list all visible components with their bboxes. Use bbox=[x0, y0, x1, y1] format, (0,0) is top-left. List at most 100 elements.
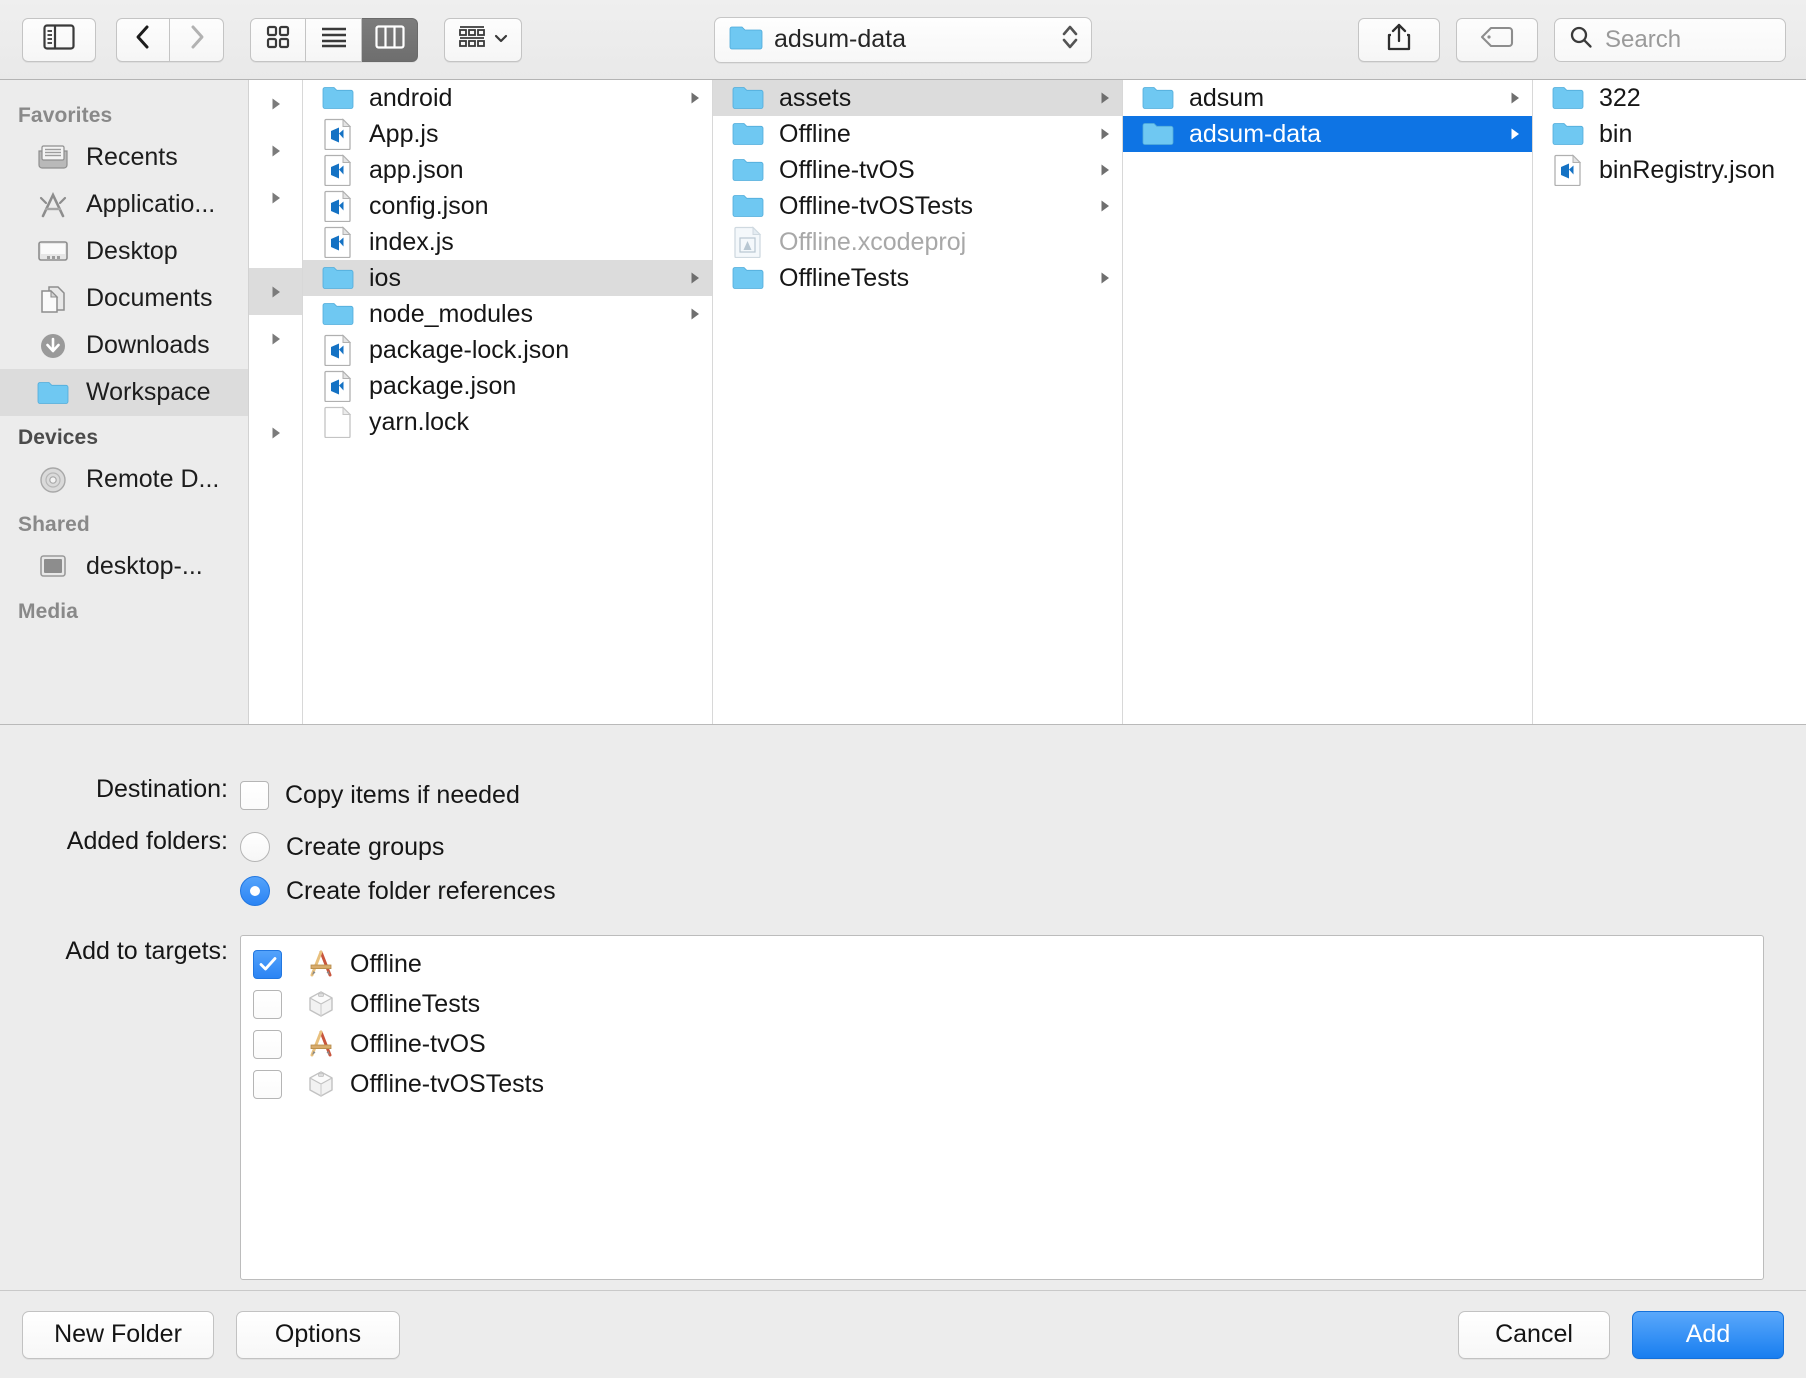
arrange-button[interactable] bbox=[444, 17, 522, 62]
column-disclosure-cell bbox=[249, 362, 302, 409]
xcodeproj-icon bbox=[731, 226, 765, 258]
file-row[interactable]: index.js bbox=[303, 224, 712, 260]
folder-icon bbox=[731, 155, 765, 185]
sidebar-item-recents[interactable]: Recents bbox=[0, 134, 248, 181]
downloads-icon bbox=[34, 330, 72, 362]
target-checkbox[interactable] bbox=[253, 949, 282, 979]
copy-items-checkbox[interactable] bbox=[240, 780, 269, 810]
folder-icon bbox=[731, 263, 765, 293]
path-dropdown[interactable]: adsum-data bbox=[714, 16, 1092, 63]
create-groups-label: Create groups bbox=[286, 832, 445, 861]
column-disclosure-cell bbox=[249, 315, 302, 362]
copy-items-option[interactable]: Copy items if needed bbox=[240, 773, 1806, 817]
file-row[interactable]: 322 bbox=[1533, 80, 1806, 116]
footer-right-buttons: Cancel Add bbox=[1458, 1310, 1784, 1359]
column-disclosure-cell bbox=[249, 409, 302, 456]
file-row[interactable]: adsum-data bbox=[1123, 116, 1532, 152]
column-ios[interactable]: assets Offline Offline-tvOS Offline-tvOSTes… bbox=[713, 80, 1123, 724]
list-icon bbox=[320, 26, 348, 53]
column-disclosure-cell bbox=[249, 127, 302, 174]
code-icon bbox=[321, 154, 355, 186]
file-row[interactable]: yarn.lock bbox=[303, 404, 712, 440]
file-row[interactable]: Offline.xcodeproj bbox=[713, 224, 1122, 260]
sidebar-section-header: Media bbox=[18, 600, 79, 623]
target-checkbox[interactable] bbox=[253, 1029, 282, 1059]
search-field[interactable] bbox=[1554, 17, 1786, 62]
target-row[interactable]: Offline-tvOSTests bbox=[241, 1064, 1763, 1104]
target-row[interactable]: OfflineTests bbox=[241, 984, 1763, 1024]
file-row[interactable]: ios bbox=[303, 260, 712, 296]
sidebar-item-label: Applicatio... bbox=[86, 190, 216, 218]
blank-icon bbox=[321, 406, 355, 438]
sidebar-item-desktop[interactable]: Desktop bbox=[0, 228, 248, 275]
sidebar-item-label: desktop-... bbox=[86, 552, 203, 580]
file-row[interactable]: android bbox=[303, 80, 712, 116]
file-row[interactable]: assets bbox=[713, 80, 1122, 116]
code-icon bbox=[1551, 154, 1585, 186]
column-adsum-data[interactable]: 322 bin binRegistry.json bbox=[1533, 80, 1806, 724]
column-disclosure-cell bbox=[249, 644, 302, 691]
sidebar-item-downloads[interactable]: Downloads bbox=[0, 322, 248, 369]
cancel-button[interactable]: Cancel bbox=[1458, 1310, 1610, 1359]
sidebar-item-workspace[interactable]: Workspace bbox=[0, 369, 248, 416]
options-button[interactable]: Options bbox=[236, 1310, 400, 1359]
target-checkbox[interactable] bbox=[253, 989, 282, 1019]
sidebar: Favorites Recents Applicatio... Desktop Docu… bbox=[0, 80, 249, 724]
search-input[interactable] bbox=[1605, 25, 1775, 54]
file-row[interactable]: OfflineTests bbox=[713, 260, 1122, 296]
sidebar-item-applicatio[interactable]: Applicatio... bbox=[0, 181, 248, 228]
footer: New Folder Options Cancel Add bbox=[0, 1290, 1806, 1378]
new-folder-button[interactable]: New Folder bbox=[22, 1310, 214, 1359]
folder-icon bbox=[731, 191, 765, 221]
file-row[interactable]: Offline-tvOS bbox=[713, 152, 1122, 188]
share-button[interactable] bbox=[1358, 17, 1440, 62]
create-folder-references-option[interactable]: Create folder references bbox=[240, 869, 1806, 913]
target-row[interactable]: Offline bbox=[241, 944, 1763, 984]
folder-icon bbox=[1141, 119, 1175, 149]
target-row[interactable]: Offline-tvOS bbox=[241, 1024, 1763, 1064]
create-groups-radio[interactable] bbox=[240, 832, 270, 862]
tag-icon bbox=[1480, 26, 1514, 53]
display-icon bbox=[34, 551, 72, 583]
file-name: binRegistry.json bbox=[1599, 155, 1776, 184]
back-button[interactable] bbox=[116, 17, 170, 62]
file-name: Offline.xcodeproj bbox=[779, 227, 967, 256]
column-project-root[interactable]: android App.js app.json config.json index.js… bbox=[303, 80, 713, 724]
create-folder-references-radio[interactable] bbox=[240, 876, 270, 906]
path-label: adsum-data bbox=[774, 25, 907, 53]
list-view-button[interactable] bbox=[306, 17, 362, 62]
file-row[interactable]: adsum bbox=[1123, 80, 1532, 116]
search-icon bbox=[1569, 25, 1593, 54]
sidebar-item-documents[interactable]: Documents bbox=[0, 275, 248, 322]
file-row[interactable]: package.json bbox=[303, 368, 712, 404]
file-row[interactable]: Offline-tvOSTests bbox=[713, 188, 1122, 224]
documents-icon bbox=[34, 283, 72, 315]
file-row[interactable]: node_modules bbox=[303, 296, 712, 332]
sidebar-item-desktop[interactable]: desktop-... bbox=[0, 543, 248, 590]
file-row[interactable]: config.json bbox=[303, 188, 712, 224]
file-row[interactable]: app.json bbox=[303, 152, 712, 188]
updown-chevron-icon bbox=[1059, 20, 1081, 59]
file-row[interactable]: binRegistry.json bbox=[1533, 152, 1806, 188]
disclosure-arrow-icon bbox=[684, 269, 706, 287]
column-assets[interactable]: adsum adsum-data bbox=[1123, 80, 1533, 724]
icon-view-button[interactable] bbox=[250, 17, 306, 62]
file-row[interactable]: App.js bbox=[303, 116, 712, 152]
file-row[interactable]: package-lock.json bbox=[303, 332, 712, 368]
disc-icon bbox=[34, 464, 72, 496]
file-row[interactable]: bin bbox=[1533, 116, 1806, 152]
create-groups-option[interactable]: Create groups bbox=[240, 825, 1806, 869]
sidebar-toggle-button[interactable] bbox=[22, 17, 96, 62]
forward-button[interactable] bbox=[170, 17, 224, 62]
destination-label: Destination: bbox=[95, 775, 228, 803]
column-disclosure-cell bbox=[249, 503, 302, 550]
tags-button[interactable] bbox=[1456, 17, 1538, 62]
folder-icon bbox=[731, 119, 765, 149]
sidebar-item-remote-d[interactable]: Remote D... bbox=[0, 456, 248, 503]
column-view-button[interactable] bbox=[362, 17, 418, 62]
target-checkbox[interactable] bbox=[253, 1069, 282, 1099]
add-button[interactable]: Add bbox=[1632, 1310, 1784, 1359]
file-row[interactable]: Offline bbox=[713, 116, 1122, 152]
targets-list[interactable]: Offline OfflineTests Offline-tvOS Offline-t… bbox=[240, 935, 1764, 1280]
code-icon bbox=[321, 190, 355, 222]
